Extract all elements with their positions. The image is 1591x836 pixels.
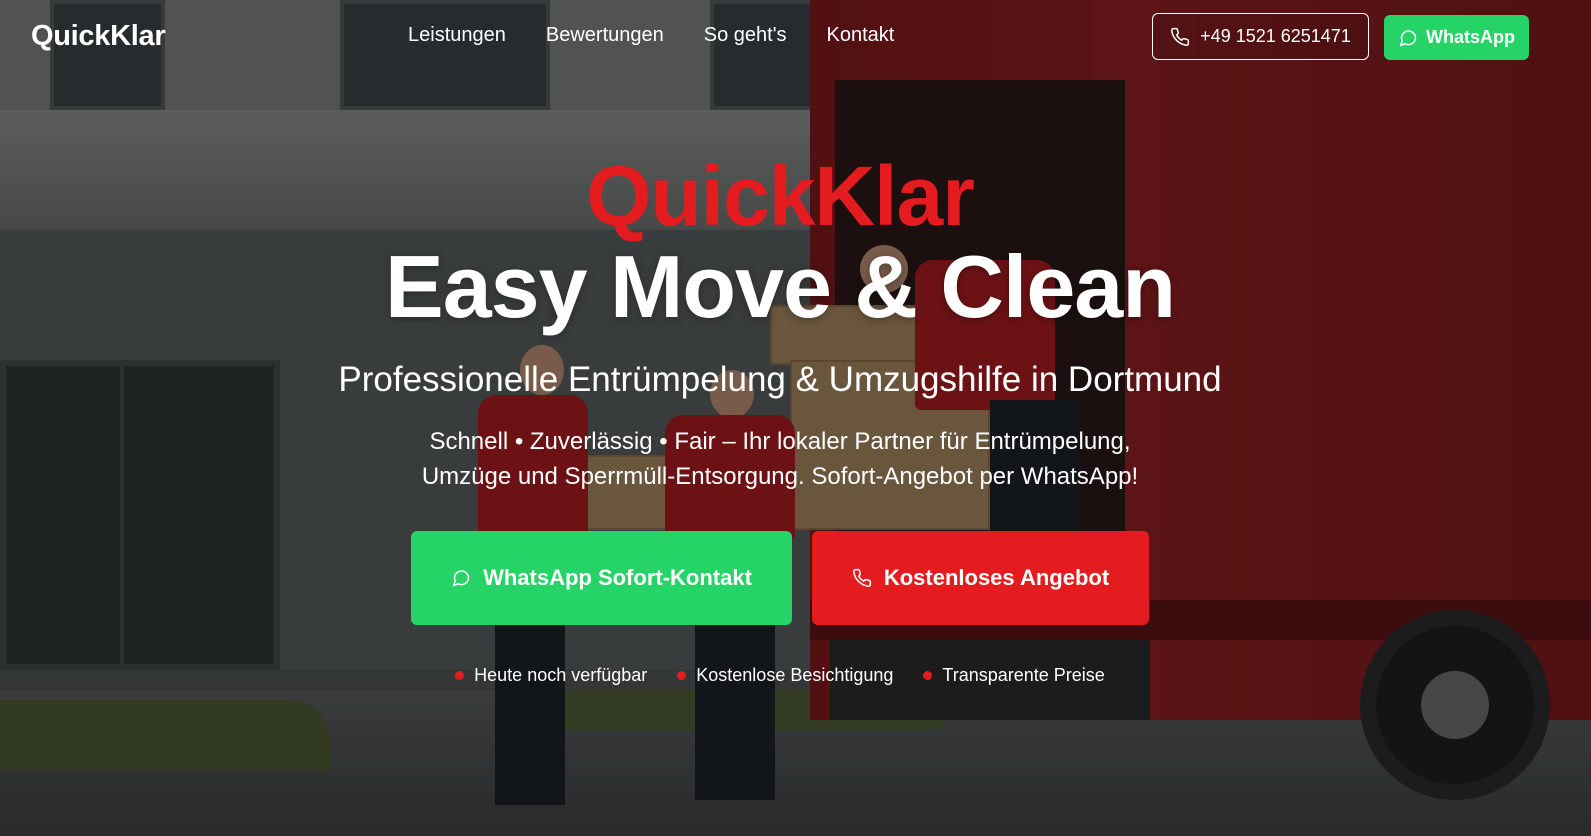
free-quote-label: Kostenloses Angebot bbox=[883, 565, 1110, 590]
nav-link-leistungen[interactable]: Leistungen bbox=[408, 24, 506, 47]
whatsapp-label: WhatsApp bbox=[1426, 27, 1515, 47]
free-quote-button[interactable]: Kostenloses Angebot bbox=[812, 531, 1149, 625]
phone-call-button[interactable]: +49 1521 6251471 bbox=[1152, 13, 1369, 60]
nav-link-bewertungen[interactable]: Bewertungen bbox=[546, 24, 664, 47]
phone-number: +49 1521 6251471 bbox=[1200, 26, 1351, 46]
site-header: QuickKlar Leistungen Bewertungen So geht… bbox=[0, 0, 1591, 74]
whatsapp-contact-button[interactable]: WhatsApp Sofort-Kontakt bbox=[411, 531, 792, 625]
hero-subtitle: Professionelle Entrümpelung & Umzugshilf… bbox=[338, 360, 1222, 399]
main-navigation: Leistungen Bewertungen So geht's Kontakt bbox=[408, 24, 894, 47]
hero-background-image bbox=[0, 0, 1591, 836]
phone-icon bbox=[852, 568, 872, 588]
hero-description-line: Umzüge und Sperrmüll-Entsorgung. Sofort-… bbox=[421, 463, 1139, 490]
nav-link-so-gehts[interactable]: So geht's bbox=[704, 24, 787, 47]
whatsapp-icon bbox=[451, 568, 471, 588]
whatsapp-icon bbox=[1398, 28, 1418, 48]
dark-overlay bbox=[0, 0, 1591, 836]
feature-label: Transparente Preise bbox=[942, 665, 1105, 685]
feature-item: Transparente Preise bbox=[923, 665, 1105, 686]
whatsapp-contact-label: WhatsApp Sofort-Kontakt bbox=[483, 565, 752, 590]
nav-link-kontakt[interactable]: Kontakt bbox=[827, 24, 895, 47]
feature-label: Heute noch verfügbar bbox=[474, 665, 648, 685]
feature-item: Kostenlose Besichtigung bbox=[677, 665, 893, 686]
feature-list: Heute noch verfügbar Kostenlose Besichti… bbox=[0, 665, 1560, 686]
phone-icon bbox=[1170, 27, 1190, 47]
red-dot-icon bbox=[455, 671, 465, 680]
hero-description: Schnell • Zuverlässig • Fair – Ihr lokal… bbox=[370, 424, 1190, 494]
whatsapp-header-button[interactable]: WhatsApp bbox=[1384, 15, 1529, 60]
hero-title: Easy Move & Clean bbox=[385, 237, 1176, 336]
red-dot-icon bbox=[923, 671, 933, 680]
feature-item: Heute noch verfügbar bbox=[455, 665, 647, 686]
site-logo[interactable]: QuickKlar bbox=[31, 20, 166, 53]
hero-description-line: Schnell • Zuverlässig • Fair – Ihr lokal… bbox=[429, 428, 1131, 455]
hero-brand-name: QuickKlar bbox=[586, 149, 975, 243]
red-dot-icon bbox=[677, 671, 687, 680]
feature-label: Kostenlose Besichtigung bbox=[696, 665, 894, 685]
